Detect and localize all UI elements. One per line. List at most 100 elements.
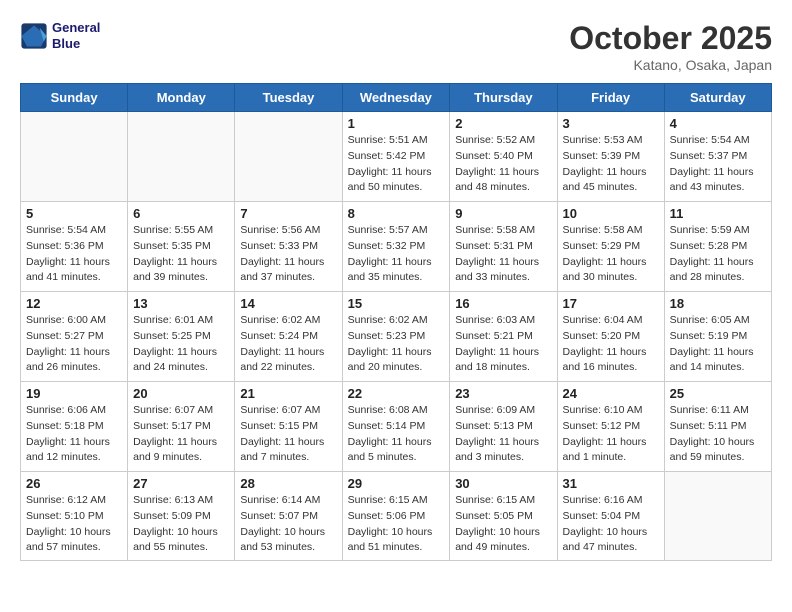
day-number: 26 [26, 476, 122, 491]
day-info: Sunrise: 6:06 AM Sunset: 5:18 PM Dayligh… [26, 403, 122, 466]
day-info: Sunrise: 5:51 AM Sunset: 5:42 PM Dayligh… [348, 133, 445, 196]
day-number: 31 [563, 476, 659, 491]
day-info: Sunrise: 6:16 AM Sunset: 5:04 PM Dayligh… [563, 493, 659, 556]
day-number: 8 [348, 206, 445, 221]
day-number: 30 [455, 476, 551, 491]
calendar-cell: 29 Sunrise: 6:15 AM Sunset: 5:06 PM Dayli… [342, 472, 450, 561]
day-info: Sunrise: 6:04 AM Sunset: 5:20 PM Dayligh… [563, 313, 659, 376]
day-info: Sunrise: 5:55 AM Sunset: 5:35 PM Dayligh… [133, 223, 229, 286]
day-info: Sunrise: 6:10 AM Sunset: 5:12 PM Dayligh… [563, 403, 659, 466]
logo-text: General Blue [52, 20, 100, 51]
calendar-week-row: 12 Sunrise: 6:00 AM Sunset: 5:27 PM Dayli… [21, 292, 772, 382]
day-number: 19 [26, 386, 122, 401]
weekday-header: Thursday [450, 84, 557, 112]
day-info: Sunrise: 5:58 AM Sunset: 5:31 PM Dayligh… [455, 223, 551, 286]
day-number: 14 [240, 296, 336, 311]
day-info: Sunrise: 6:07 AM Sunset: 5:17 PM Dayligh… [133, 403, 229, 466]
day-number: 9 [455, 206, 551, 221]
day-number: 29 [348, 476, 445, 491]
day-info: Sunrise: 5:58 AM Sunset: 5:29 PM Dayligh… [563, 223, 659, 286]
calendar-cell: 3 Sunrise: 5:53 AM Sunset: 5:39 PM Daylig… [557, 112, 664, 202]
day-info: Sunrise: 6:01 AM Sunset: 5:25 PM Dayligh… [133, 313, 229, 376]
calendar-cell: 12 Sunrise: 6:00 AM Sunset: 5:27 PM Dayli… [21, 292, 128, 382]
day-number: 11 [670, 206, 766, 221]
calendar-cell: 25Sunrise: 6:11 AM Sunset: 5:11 PM Dayli… [664, 382, 771, 472]
day-info: Sunrise: 5:54 AM Sunset: 5:37 PM Dayligh… [670, 133, 766, 196]
day-info: Sunrise: 5:53 AM Sunset: 5:39 PM Dayligh… [563, 133, 659, 196]
day-number: 7 [240, 206, 336, 221]
day-number: 18 [670, 296, 766, 311]
calendar-cell: 11 Sunrise: 5:59 AM Sunset: 5:28 PM Dayli… [664, 202, 771, 292]
logo-line1: General [52, 20, 100, 36]
day-number: 22 [348, 386, 445, 401]
day-info: Sunrise: 6:05 AM Sunset: 5:19 PM Dayligh… [670, 313, 766, 376]
calendar-cell: 31 Sunrise: 6:16 AM Sunset: 5:04 PM Dayli… [557, 472, 664, 561]
calendar-cell: 30 Sunrise: 6:15 AM Sunset: 5:05 PM Dayli… [450, 472, 557, 561]
calendar-week-row: 19 Sunrise: 6:06 AM Sunset: 5:18 PM Dayli… [21, 382, 772, 472]
day-number: 23 [455, 386, 551, 401]
calendar-cell: 16 Sunrise: 6:03 AM Sunset: 5:21 PM Dayli… [450, 292, 557, 382]
logo: General Blue [20, 20, 100, 51]
logo-icon [20, 22, 48, 50]
calendar-cell: 1 Sunrise: 5:51 AM Sunset: 5:42 PM Daylig… [342, 112, 450, 202]
calendar-cell: 21Sunrise: 6:07 AM Sunset: 5:15 PM Dayli… [235, 382, 342, 472]
day-info: Sunrise: 6:00 AM Sunset: 5:27 PM Dayligh… [26, 313, 122, 376]
calendar-cell: 17 Sunrise: 6:04 AM Sunset: 5:20 PM Dayli… [557, 292, 664, 382]
day-number: 1 [348, 116, 445, 131]
weekday-header: Monday [128, 84, 235, 112]
day-number: 15 [348, 296, 445, 311]
day-number: 17 [563, 296, 659, 311]
calendar: SundayMondayTuesdayWednesdayThursdayFrid… [20, 83, 772, 561]
calendar-cell: 23 Sunrise: 6:09 AM Sunset: 5:13 PM Dayli… [450, 382, 557, 472]
calendar-cell: 20Sunrise: 6:07 AM Sunset: 5:17 PM Dayli… [128, 382, 235, 472]
day-info: Sunrise: 5:59 AM Sunset: 5:28 PM Dayligh… [670, 223, 766, 286]
calendar-cell [664, 472, 771, 561]
day-number: 13 [133, 296, 229, 311]
calendar-cell: 28Sunrise: 6:14 AM Sunset: 5:07 PM Dayli… [235, 472, 342, 561]
day-number: 4 [670, 116, 766, 131]
calendar-cell: 22 Sunrise: 6:08 AM Sunset: 5:14 PM Dayli… [342, 382, 450, 472]
calendar-cell: 13 Sunrise: 6:01 AM Sunset: 5:25 PM Dayli… [128, 292, 235, 382]
day-info: Sunrise: 6:09 AM Sunset: 5:13 PM Dayligh… [455, 403, 551, 466]
day-number: 16 [455, 296, 551, 311]
calendar-cell: 15 Sunrise: 6:02 AM Sunset: 5:23 PM Dayli… [342, 292, 450, 382]
day-info: Sunrise: 6:12 AM Sunset: 5:10 PM Dayligh… [26, 493, 122, 556]
day-number: 6 [133, 206, 229, 221]
day-info: Sunrise: 5:57 AM Sunset: 5:32 PM Dayligh… [348, 223, 445, 286]
calendar-cell: 24Sunrise: 6:10 AM Sunset: 5:12 PM Dayli… [557, 382, 664, 472]
day-info: Sunrise: 5:52 AM Sunset: 5:40 PM Dayligh… [455, 133, 551, 196]
day-info: Sunrise: 6:03 AM Sunset: 5:21 PM Dayligh… [455, 313, 551, 376]
day-number: 2 [455, 116, 551, 131]
calendar-cell: 4 Sunrise: 5:54 AM Sunset: 5:37 PM Daylig… [664, 112, 771, 202]
day-number: 21 [240, 386, 336, 401]
day-number: 10 [563, 206, 659, 221]
calendar-cell [235, 112, 342, 202]
month-title: October 2025 [569, 20, 772, 57]
weekday-header: Friday [557, 84, 664, 112]
day-number: 27 [133, 476, 229, 491]
day-info: Sunrise: 6:08 AM Sunset: 5:14 PM Dayligh… [348, 403, 445, 466]
calendar-cell: 14 Sunrise: 6:02 AM Sunset: 5:24 PM Dayli… [235, 292, 342, 382]
calendar-week-row: 1 Sunrise: 5:51 AM Sunset: 5:42 PM Daylig… [21, 112, 772, 202]
calendar-cell: 27 Sunrise: 6:13 AM Sunset: 5:09 PM Dayli… [128, 472, 235, 561]
day-info: Sunrise: 5:54 AM Sunset: 5:36 PM Dayligh… [26, 223, 122, 286]
calendar-cell [21, 112, 128, 202]
page-header: General Blue October 2025 Katano, Osaka,… [20, 20, 772, 73]
day-info: Sunrise: 6:15 AM Sunset: 5:06 PM Dayligh… [348, 493, 445, 556]
day-info: Sunrise: 6:02 AM Sunset: 5:23 PM Dayligh… [348, 313, 445, 376]
calendar-cell: 8 Sunrise: 5:57 AM Sunset: 5:32 PM Daylig… [342, 202, 450, 292]
weekday-header: Tuesday [235, 84, 342, 112]
day-info: Sunrise: 6:15 AM Sunset: 5:05 PM Dayligh… [455, 493, 551, 556]
calendar-cell: 26 Sunrise: 6:12 AM Sunset: 5:10 PM Dayli… [21, 472, 128, 561]
location: Katano, Osaka, Japan [569, 57, 772, 73]
day-info: Sunrise: 6:13 AM Sunset: 5:09 PM Dayligh… [133, 493, 229, 556]
calendar-cell: 19 Sunrise: 6:06 AM Sunset: 5:18 PM Dayli… [21, 382, 128, 472]
day-info: Sunrise: 5:56 AM Sunset: 5:33 PM Dayligh… [240, 223, 336, 286]
weekday-header: Wednesday [342, 84, 450, 112]
day-number: 3 [563, 116, 659, 131]
weekday-header: Saturday [664, 84, 771, 112]
day-number: 12 [26, 296, 122, 311]
calendar-cell: 5Sunrise: 5:54 AM Sunset: 5:36 PM Daylig… [21, 202, 128, 292]
day-info: Sunrise: 6:02 AM Sunset: 5:24 PM Dayligh… [240, 313, 336, 376]
day-info: Sunrise: 6:11 AM Sunset: 5:11 PM Dayligh… [670, 403, 766, 466]
